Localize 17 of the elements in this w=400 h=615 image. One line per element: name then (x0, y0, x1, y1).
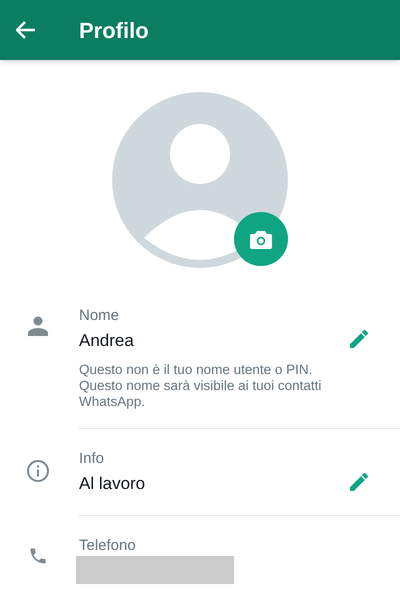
phone-icon (28, 546, 48, 566)
screen-title: Profilo (79, 16, 149, 44)
field-hint: Questo non è il tuo nome utente o PIN. Questo nome sarà visibile ai tuoi contatti WhatsApp. (79, 362, 322, 410)
field-label: Info (79, 449, 106, 469)
back-icon (16, 21, 36, 39)
field-label: Telefono (79, 536, 137, 556)
person-icon (28, 316, 48, 336)
edit-icon (350, 473, 368, 491)
edit-button[interactable] (348, 328, 370, 350)
edit-icon (350, 330, 368, 348)
info-icon (26, 459, 50, 483)
camera-button[interactable] (234, 212, 288, 266)
edit-button[interactable] (348, 471, 370, 493)
field-value: Al lavoro (79, 473, 146, 495)
field-value: Andrea (79, 330, 135, 352)
field-label: Nome (79, 306, 120, 326)
camera-icon (250, 229, 272, 249)
